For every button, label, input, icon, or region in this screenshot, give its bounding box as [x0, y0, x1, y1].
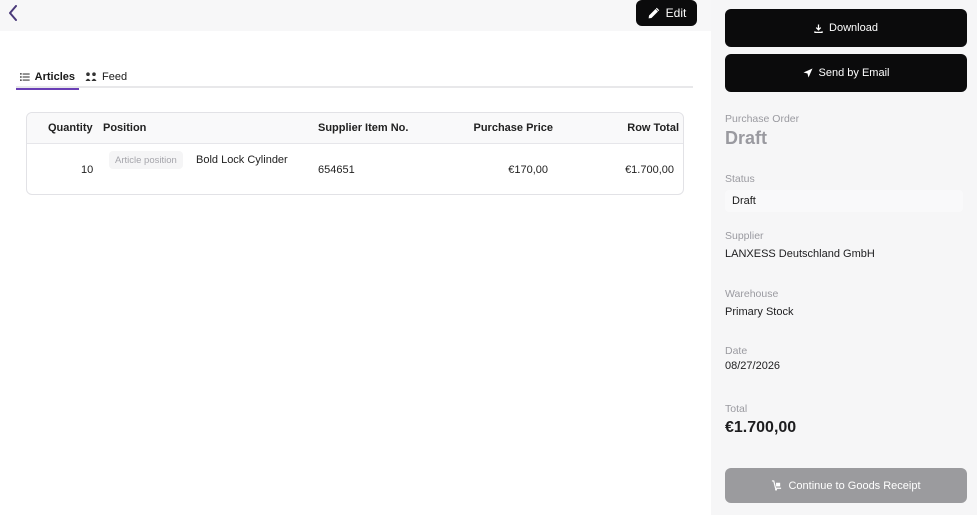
download-icon: [814, 23, 823, 33]
warehouse-label: Warehouse: [725, 288, 779, 300]
list-icon: [20, 73, 30, 81]
row-total: €1.700,00: [625, 164, 674, 176]
tab-feed-label: Feed: [102, 71, 128, 83]
status-field[interactable]: Draft: [725, 190, 963, 212]
row-quantity: 10: [81, 164, 94, 176]
row-purchase-price: €170,00: [508, 164, 548, 176]
supplier-label: Supplier: [725, 230, 764, 242]
table-header: Quantity Position Supplier Item No. Purc…: [27, 113, 683, 144]
table-row[interactable]: 10 Article position Bold Lock Cylinder 6…: [27, 144, 683, 194]
tab-bar: Articles Feed: [16, 66, 693, 90]
column-header-supplier-item-no[interactable]: Supplier Item No.: [318, 122, 408, 134]
continue-to-goods-receipt-label: Continue to Goods Receipt: [788, 479, 921, 492]
tab-feed[interactable]: Feed: [81, 66, 131, 88]
purchase-order-status-value: Draft: [725, 128, 768, 148]
column-header-purchase-price[interactable]: Purchase Price: [474, 122, 554, 134]
send-by-email-button-label: Send by Email: [818, 67, 890, 79]
purchase-order-label: Purchase Order: [725, 113, 800, 125]
date-value: 08/27/2026: [725, 360, 781, 372]
column-header-position[interactable]: Position: [103, 122, 146, 134]
articles-table: Quantity Position Supplier Item No. Purc…: [26, 112, 684, 195]
chevron-left-icon: [9, 5, 17, 21]
pencil-icon: [648, 7, 659, 18]
dolly-icon: [772, 480, 782, 491]
edit-button-label: Edit: [665, 6, 687, 20]
supplier-value: LANXESS Deutschland GmbH: [725, 248, 875, 260]
warehouse-value: Primary Stock: [725, 306, 794, 318]
continue-to-goods-receipt-button[interactable]: Continue to Goods Receipt: [725, 468, 967, 503]
download-button-label: Download: [829, 22, 878, 34]
download-button[interactable]: Download: [725, 9, 967, 47]
column-header-row-total[interactable]: Row Total: [627, 122, 679, 134]
tab-articles[interactable]: Articles: [16, 66, 79, 90]
total-value: €1.700,00: [725, 419, 797, 436]
tab-articles-label: Articles: [34, 71, 75, 83]
edit-button[interactable]: Edit: [636, 0, 697, 26]
send-icon: [803, 68, 813, 78]
send-by-email-button[interactable]: Send by Email: [725, 54, 967, 92]
column-header-quantity[interactable]: Quantity: [48, 122, 93, 134]
date-label: Date: [725, 345, 748, 357]
total-label: Total: [725, 403, 748, 415]
top-bar: [0, 0, 711, 31]
row-position: Bold Lock Cylinder: [196, 154, 288, 166]
status-value: Draft: [732, 195, 756, 207]
row-supplier-item-no: 654651: [318, 164, 355, 176]
people-icon: [85, 72, 97, 81]
status-label: Status: [725, 173, 755, 185]
details-sidebar: Download Send by Email Purchase Order Dr…: [711, 0, 977, 515]
back-button[interactable]: [4, 3, 22, 23]
position-type-chip: Article position: [109, 151, 183, 169]
